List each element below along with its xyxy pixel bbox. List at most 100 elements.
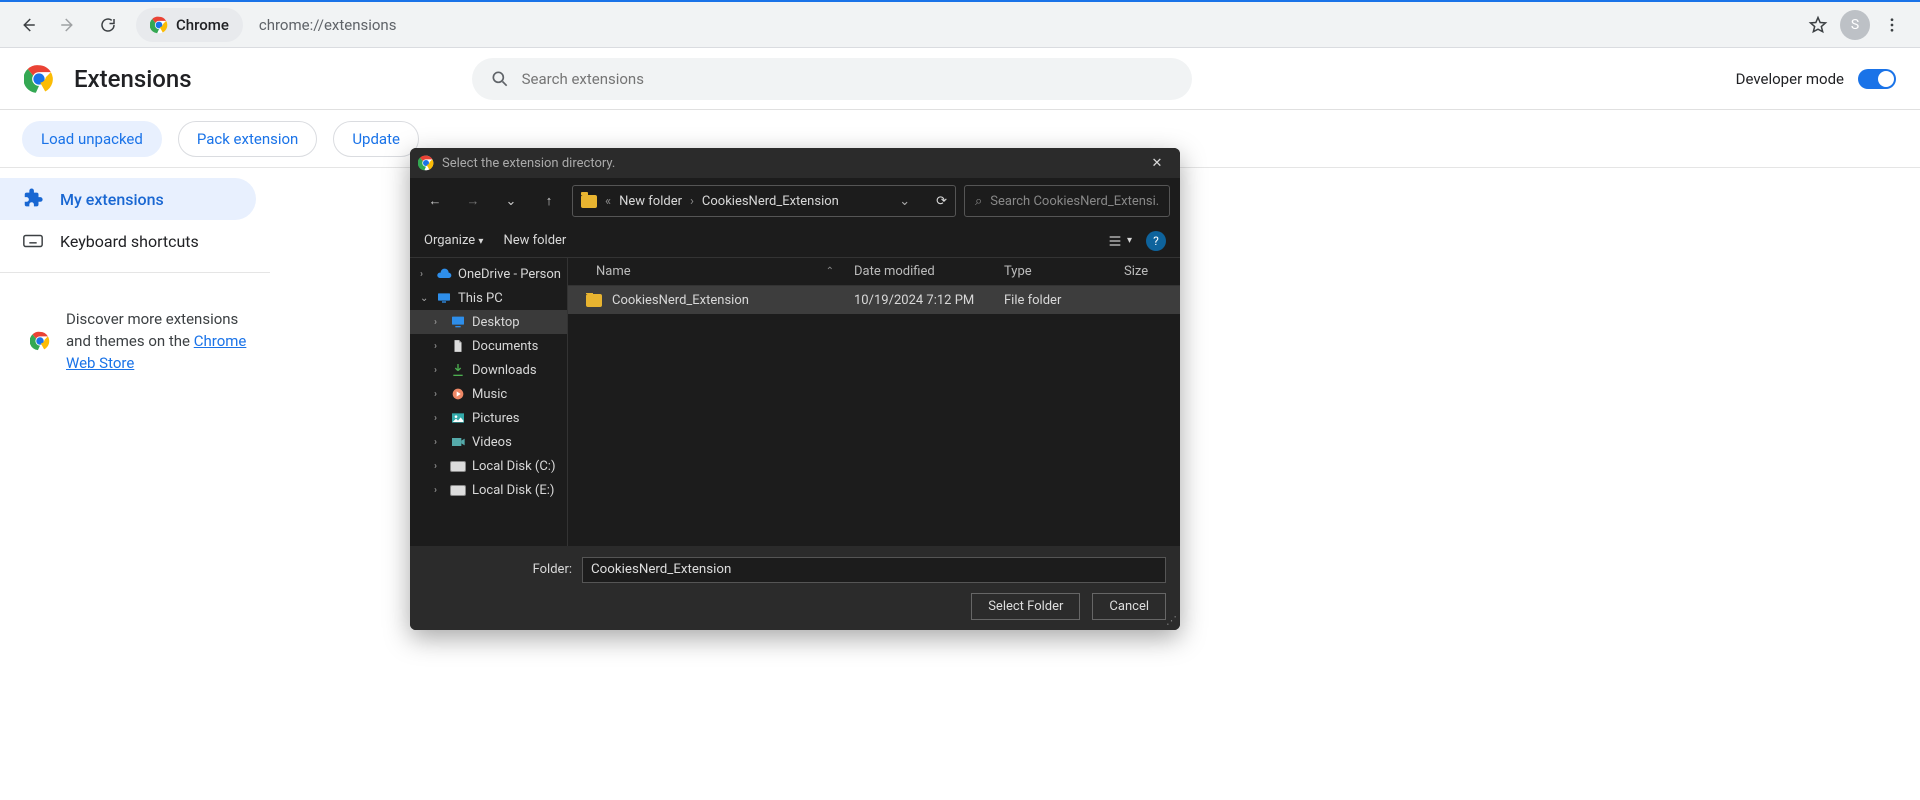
tree-node[interactable]: › OneDrive - Person xyxy=(410,262,567,286)
row-name: CookiesNerd_Extension xyxy=(612,293,749,308)
cancel-button[interactable]: Cancel xyxy=(1092,593,1166,620)
developer-mode-label: Developer mode xyxy=(1736,70,1844,88)
forward-button[interactable] xyxy=(50,7,86,43)
arrow-left-icon xyxy=(19,16,37,34)
reload-button[interactable] xyxy=(90,7,126,43)
dialog-footer: Folder: Select Folder Cancel ⋰ xyxy=(410,546,1180,630)
tree-node-icon xyxy=(436,290,452,306)
sidebar: My extensions Keyboard shortcuts Discove… xyxy=(0,168,270,374)
chrome-store-icon xyxy=(30,331,50,351)
kebab-icon xyxy=(1883,16,1901,34)
overflow-menu-button[interactable] xyxy=(1874,7,1910,43)
chevron-icon: › xyxy=(434,389,444,400)
tree-node-icon xyxy=(450,362,466,378)
dialog-nav: ← → ⌄ ↑ « New folder › CookiesNerd_Exten… xyxy=(410,178,1180,224)
browser-toolbar: Chrome chrome://extensions S xyxy=(0,2,1920,48)
tree-node-icon xyxy=(450,314,466,330)
chevron-down-icon: ▾ xyxy=(478,236,483,247)
site-chip[interactable]: Chrome xyxy=(136,8,243,42)
view-mode-button[interactable]: ▾ xyxy=(1107,233,1132,249)
arrow-right-icon xyxy=(59,16,77,34)
col-name[interactable]: Name xyxy=(596,264,631,279)
chevron-down-icon[interactable]: ⌄ xyxy=(899,194,910,209)
developer-mode-toggle[interactable] xyxy=(1858,69,1896,89)
bookmark-button[interactable] xyxy=(1800,7,1836,43)
tree-node-label: OneDrive - Person xyxy=(458,267,561,282)
tree-node-label: Documents xyxy=(472,339,538,354)
select-folder-button[interactable]: Select Folder xyxy=(971,593,1080,620)
tree-node-label: Pictures xyxy=(472,411,519,426)
tree-node-label: Music xyxy=(472,387,507,402)
refresh-button[interactable]: ⟳ xyxy=(936,194,947,209)
tree-node-icon xyxy=(450,482,466,498)
discover-text: Discover more extensions and themes on t… xyxy=(0,283,270,374)
search-icon xyxy=(490,69,510,89)
update-button[interactable]: Update xyxy=(333,121,419,157)
col-size[interactable]: Size xyxy=(1124,264,1180,279)
chevron-icon: ⌄ xyxy=(420,293,430,304)
dialog-close-button[interactable]: ✕ xyxy=(1142,156,1172,171)
tree-node[interactable]: › Videos xyxy=(410,430,567,454)
dialog-titlebar[interactable]: Select the extension directory. ✕ xyxy=(410,148,1180,178)
address-url[interactable]: chrome://extensions xyxy=(259,16,397,34)
dialog-search[interactable]: ⌕ Search CookiesNerd_Extensi... xyxy=(964,185,1170,217)
organize-menu[interactable]: Organize ▾ xyxy=(424,233,483,248)
breadcrumb-segment[interactable]: New folder xyxy=(619,194,682,209)
pack-extension-button[interactable]: Pack extension xyxy=(178,121,317,157)
folder-icon xyxy=(581,195,597,208)
folder-icon xyxy=(586,294,602,307)
chevron-icon: › xyxy=(420,269,430,280)
tree-node-label: Desktop xyxy=(472,315,520,330)
tree-node[interactable]: ›Downloads xyxy=(410,358,567,382)
folder-name-input[interactable] xyxy=(582,557,1166,583)
chevron-icon: › xyxy=(434,317,444,328)
tree-node-icon xyxy=(450,434,466,450)
list-row[interactable]: CookiesNerd_Extension 10/19/2024 7:12 PMF… xyxy=(568,286,1180,314)
chevron-icon: › xyxy=(434,485,444,496)
site-chip-label: Chrome xyxy=(176,16,229,34)
folder-tree: ›OneDrive - Person⌄This PC›Desktop›Docum… xyxy=(410,258,568,546)
file-list: Name ⌃ Date modified Type Size CookiesNe… xyxy=(568,258,1180,546)
dialog-back-button[interactable]: ← xyxy=(420,186,450,216)
dialog-forward-button[interactable]: → xyxy=(458,186,488,216)
page-title: Extensions xyxy=(74,65,192,93)
row-type: File folder xyxy=(1004,293,1124,308)
tree-node[interactable]: ›Pictures xyxy=(410,406,567,430)
search-icon: ⌕ xyxy=(975,194,982,209)
tree-node-label: Downloads xyxy=(472,363,537,378)
profile-avatar[interactable]: S xyxy=(1840,10,1870,40)
tree-node[interactable]: ⌄This PC xyxy=(410,286,567,310)
tree-node-label: Videos xyxy=(472,435,512,450)
breadcrumb-segment[interactable]: CookiesNerd_Extension xyxy=(702,194,839,209)
tree-node[interactable]: › Music xyxy=(410,382,567,406)
col-date[interactable]: Date modified xyxy=(854,264,1004,279)
sort-asc-icon: ⌃ xyxy=(826,266,834,277)
tree-node-icon xyxy=(450,386,466,402)
help-button[interactable]: ? xyxy=(1146,231,1166,251)
chevron-icon: › xyxy=(434,437,444,448)
load-unpacked-button[interactable]: Load unpacked xyxy=(22,121,162,157)
tree-node[interactable]: ›Local Disk (C:) xyxy=(410,454,567,478)
list-header[interactable]: Name ⌃ Date modified Type Size xyxy=(568,258,1180,286)
breadcrumb[interactable]: « New folder › CookiesNerd_Extension ⌄ ⟳ xyxy=(572,185,956,217)
sidebar-item-keyboard-shortcuts[interactable]: Keyboard shortcuts xyxy=(0,220,256,262)
search-input[interactable] xyxy=(522,70,1174,88)
search-extensions[interactable] xyxy=(472,58,1192,100)
chevron-icon: › xyxy=(434,461,444,472)
tree-node[interactable]: ›Documents xyxy=(410,334,567,358)
dialog-recent-button[interactable]: ⌄ xyxy=(496,186,526,216)
chrome-icon xyxy=(418,155,434,171)
row-date: 10/19/2024 7:12 PM xyxy=(854,293,1004,308)
star-icon xyxy=(1808,15,1828,35)
sidebar-item-my-extensions[interactable]: My extensions xyxy=(0,178,256,220)
col-type[interactable]: Type xyxy=(1004,264,1124,279)
resize-grip-icon[interactable]: ⋰ xyxy=(1166,614,1177,627)
back-button[interactable] xyxy=(10,7,46,43)
dialog-toolbar: Organize ▾ New folder ▾ ? xyxy=(410,224,1180,258)
new-folder-button[interactable]: New folder xyxy=(503,233,566,248)
tree-node[interactable]: › Desktop xyxy=(410,310,567,334)
tree-node[interactable]: ›Local Disk (E:) xyxy=(410,478,567,502)
dialog-up-button[interactable]: ↑ xyxy=(534,186,564,216)
sidebar-item-label: Keyboard shortcuts xyxy=(60,232,199,251)
tree-node-icon xyxy=(450,458,466,474)
